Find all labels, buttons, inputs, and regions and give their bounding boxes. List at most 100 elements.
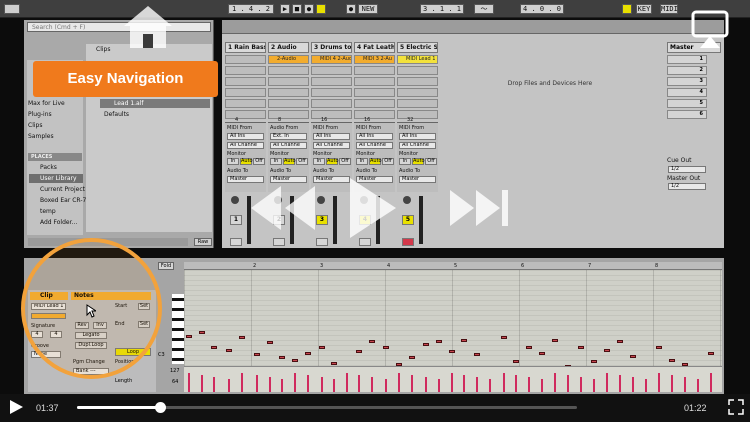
scene-launch-5[interactable]: 5: [667, 99, 707, 108]
velocity-bar[interactable]: [321, 377, 323, 392]
input-type-select[interactable]: All Ins: [313, 133, 350, 140]
place-current-project[interactable]: Current Project: [40, 186, 85, 193]
monitor-off-button[interactable]: Off: [253, 158, 265, 165]
velocity-bar[interactable]: [567, 375, 569, 392]
arm-button[interactable]: [316, 238, 328, 246]
midi-note[interactable]: [186, 335, 192, 338]
clip-slot[interactable]: [311, 99, 352, 108]
velocity-bar[interactable]: [489, 379, 491, 392]
velocity-bar[interactable]: [476, 377, 478, 392]
midi-note[interactable]: [292, 359, 298, 362]
monitor-auto-button[interactable]: Auto: [412, 158, 425, 165]
velocity-bar[interactable]: [358, 375, 360, 392]
clip-slot[interactable]: 2-Audio: [268, 55, 309, 64]
add-folder-link[interactable]: Add Folder...: [40, 219, 77, 226]
velocity-bar[interactable]: [671, 375, 673, 392]
key-map-button[interactable]: KEY: [636, 4, 652, 14]
fold-button[interactable]: Fold: [158, 262, 174, 270]
airplay-icon[interactable]: [690, 8, 738, 52]
cue-out-select[interactable]: 1/2: [668, 166, 706, 173]
monitor-in-button[interactable]: In: [227, 158, 239, 165]
folder-defaults[interactable]: Defaults: [104, 111, 129, 118]
monitor-in-button[interactable]: In: [399, 158, 411, 165]
song-position[interactable]: 1 . 4 . 2: [228, 4, 274, 14]
velocity-bar[interactable]: [710, 373, 712, 392]
clip-slot[interactable]: [397, 77, 438, 86]
velocity-bar[interactable]: [241, 373, 243, 392]
midi-note[interactable]: [226, 349, 232, 352]
midi-note[interactable]: [279, 356, 285, 359]
velocity-bar[interactable]: [606, 373, 608, 392]
velocity-bar[interactable]: [684, 377, 686, 392]
clip-slot[interactable]: [268, 110, 309, 119]
midi-note[interactable]: [319, 346, 325, 349]
play-button[interactable]: ▶: [280, 4, 290, 14]
velocity-bar[interactable]: [451, 373, 453, 392]
velocity-bar[interactable]: [645, 379, 647, 392]
arm-button[interactable]: [402, 238, 414, 246]
clip-slot[interactable]: MIDI 3 2-Au: [354, 55, 395, 64]
midi-note[interactable]: [591, 360, 597, 363]
midi-note[interactable]: [305, 352, 311, 355]
follow-button[interactable]: [316, 4, 326, 14]
midi-note[interactable]: [461, 339, 467, 342]
track-header-3[interactable]: 3 Drums to: [311, 42, 352, 53]
loop-length[interactable]: 4 . 0 . 0: [520, 4, 564, 14]
midi-note[interactable]: [383, 346, 389, 349]
pan-knob[interactable]: [403, 196, 411, 204]
velocity-bar[interactable]: [697, 379, 699, 392]
input-channel-select[interactable]: All Channe: [270, 142, 307, 149]
clip-slot[interactable]: [268, 66, 309, 75]
midi-note[interactable]: [239, 336, 245, 339]
input-channel-select[interactable]: All Channe: [313, 142, 350, 149]
skip-forward-icon[interactable]: [446, 186, 514, 230]
pencil-button[interactable]: [622, 4, 632, 14]
clip-slot[interactable]: [225, 99, 266, 108]
midi-note[interactable]: [356, 350, 362, 353]
midi-note[interactable]: [436, 340, 442, 343]
velocity-bar[interactable]: [346, 373, 348, 392]
input-channel-select[interactable]: All Channe: [227, 142, 264, 149]
clip-slot[interactable]: [311, 110, 352, 119]
clip-slot[interactable]: [354, 88, 395, 97]
velocity-bar[interactable]: [294, 373, 296, 392]
velocity-bar[interactable]: [188, 373, 190, 392]
stop-button[interactable]: ■: [292, 4, 302, 14]
tap-button[interactable]: [4, 4, 20, 14]
clip-slot[interactable]: [225, 110, 266, 119]
midi-note[interactable]: [211, 346, 217, 349]
fullscreen-icon[interactable]: [728, 399, 744, 415]
velocity-bar[interactable]: [256, 375, 258, 392]
velocity-bar[interactable]: [398, 373, 400, 392]
velocity-bar[interactable]: [632, 377, 634, 392]
velocity-bar[interactable]: [515, 375, 517, 392]
midi-note[interactable]: [369, 340, 375, 343]
input-type-select[interactable]: All Ins: [356, 133, 393, 140]
clip-slot[interactable]: [268, 77, 309, 86]
arm-button[interactable]: [230, 238, 242, 246]
monitor-auto-button[interactable]: Auto: [326, 158, 339, 165]
scene-launch-1[interactable]: 1: [667, 55, 707, 64]
clip-slot[interactable]: [397, 110, 438, 119]
input-type-select[interactable]: Ext. In: [270, 133, 307, 140]
clip-slot[interactable]: [354, 110, 395, 119]
input-channel-select[interactable]: All Channe: [356, 142, 393, 149]
clip-slot[interactable]: [397, 66, 438, 75]
punch-in-button[interactable]: 〜: [474, 4, 494, 14]
file-lead-1[interactable]: Lead 1.alf: [100, 99, 210, 108]
midi-note[interactable]: [513, 360, 519, 363]
clip-slot[interactable]: [311, 66, 352, 75]
track-activator-1[interactable]: 1: [230, 215, 242, 225]
arm-button[interactable]: [273, 238, 285, 246]
folder-clips[interactable]: Clips: [96, 46, 110, 53]
velocity-bar[interactable]: [438, 379, 440, 392]
place-packs[interactable]: Packs: [40, 164, 57, 171]
monitor-off-button[interactable]: Off: [339, 158, 351, 165]
monitor-in-button[interactable]: In: [356, 158, 368, 165]
midi-note[interactable]: [630, 355, 636, 358]
midi-note[interactable]: [539, 352, 545, 355]
clip-slot[interactable]: [268, 88, 309, 97]
clip-slot[interactable]: [397, 88, 438, 97]
velocity-bar[interactable]: [463, 375, 465, 392]
pan-knob[interactable]: [231, 196, 239, 204]
